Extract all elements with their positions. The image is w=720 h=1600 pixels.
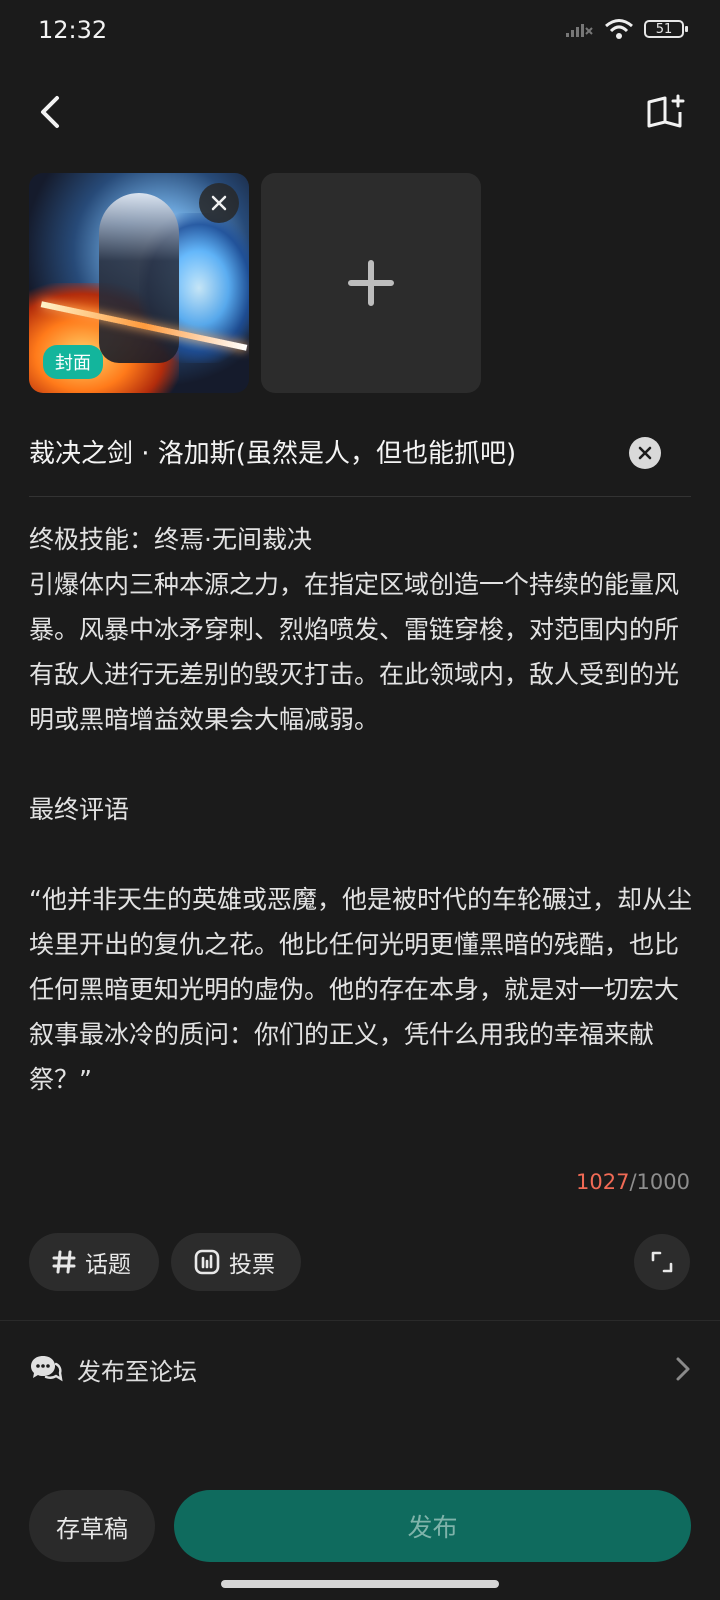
save-draft-button[interactable]: 存草稿 xyxy=(29,1490,155,1562)
add-image-button[interactable] xyxy=(261,173,481,393)
forum-label: 发布至论坛 xyxy=(77,1357,197,1386)
battery-level: 51 xyxy=(655,21,673,37)
title-input[interactable]: 裁决之剑 · 洛加斯(虽然是人，但也能抓吧) xyxy=(29,433,516,470)
topic-label: 话题 xyxy=(85,1252,131,1278)
cover-image[interactable]: 封面 xyxy=(29,173,249,393)
publish-to-forum-row[interactable]: 发布至论坛 xyxy=(29,1346,691,1392)
clear-title-button[interactable] xyxy=(629,437,661,469)
topic-button[interactable]: 话题 xyxy=(29,1233,159,1291)
forum-chat-icon xyxy=(31,1356,63,1382)
status-time: 12:32 xyxy=(38,16,108,44)
cover-art-figure xyxy=(99,193,179,363)
clear-icon xyxy=(638,446,652,460)
home-indicator[interactable] xyxy=(221,1580,499,1588)
remove-image-button[interactable] xyxy=(199,183,239,223)
plus-icon xyxy=(348,260,394,306)
body-textarea[interactable]: 终极技能：终焉·无间裁决 引爆体内三种本源之力，在指定区域创造一个持续的能量风暴… xyxy=(29,517,694,1102)
cover-tag: 封面 xyxy=(43,345,103,379)
vote-label: 投票 xyxy=(229,1252,275,1278)
expand-editor-button[interactable] xyxy=(634,1234,690,1290)
title-divider xyxy=(29,496,691,497)
book-button[interactable] xyxy=(642,88,690,136)
chevron-right-icon xyxy=(676,1357,690,1381)
vote-icon xyxy=(194,1249,220,1275)
vote-button[interactable]: 投票 xyxy=(171,1233,301,1291)
back-icon xyxy=(41,96,59,128)
book-add-icon xyxy=(647,94,685,128)
char-count-max: /1000 xyxy=(629,1170,690,1194)
close-icon xyxy=(211,195,227,211)
expand-icon xyxy=(651,1251,673,1273)
section-divider xyxy=(0,1320,720,1321)
wifi-icon xyxy=(605,19,633,39)
char-count-current: 1027 xyxy=(576,1170,630,1194)
signal-icon xyxy=(566,24,593,37)
publish-button[interactable]: 发布 xyxy=(174,1490,691,1562)
char-counter: 1027/1000 xyxy=(576,1170,690,1194)
hashtag-icon xyxy=(52,1250,76,1274)
back-button[interactable] xyxy=(30,88,70,136)
battery-icon: 51 xyxy=(644,20,688,38)
status-icons: 51 xyxy=(564,18,688,40)
